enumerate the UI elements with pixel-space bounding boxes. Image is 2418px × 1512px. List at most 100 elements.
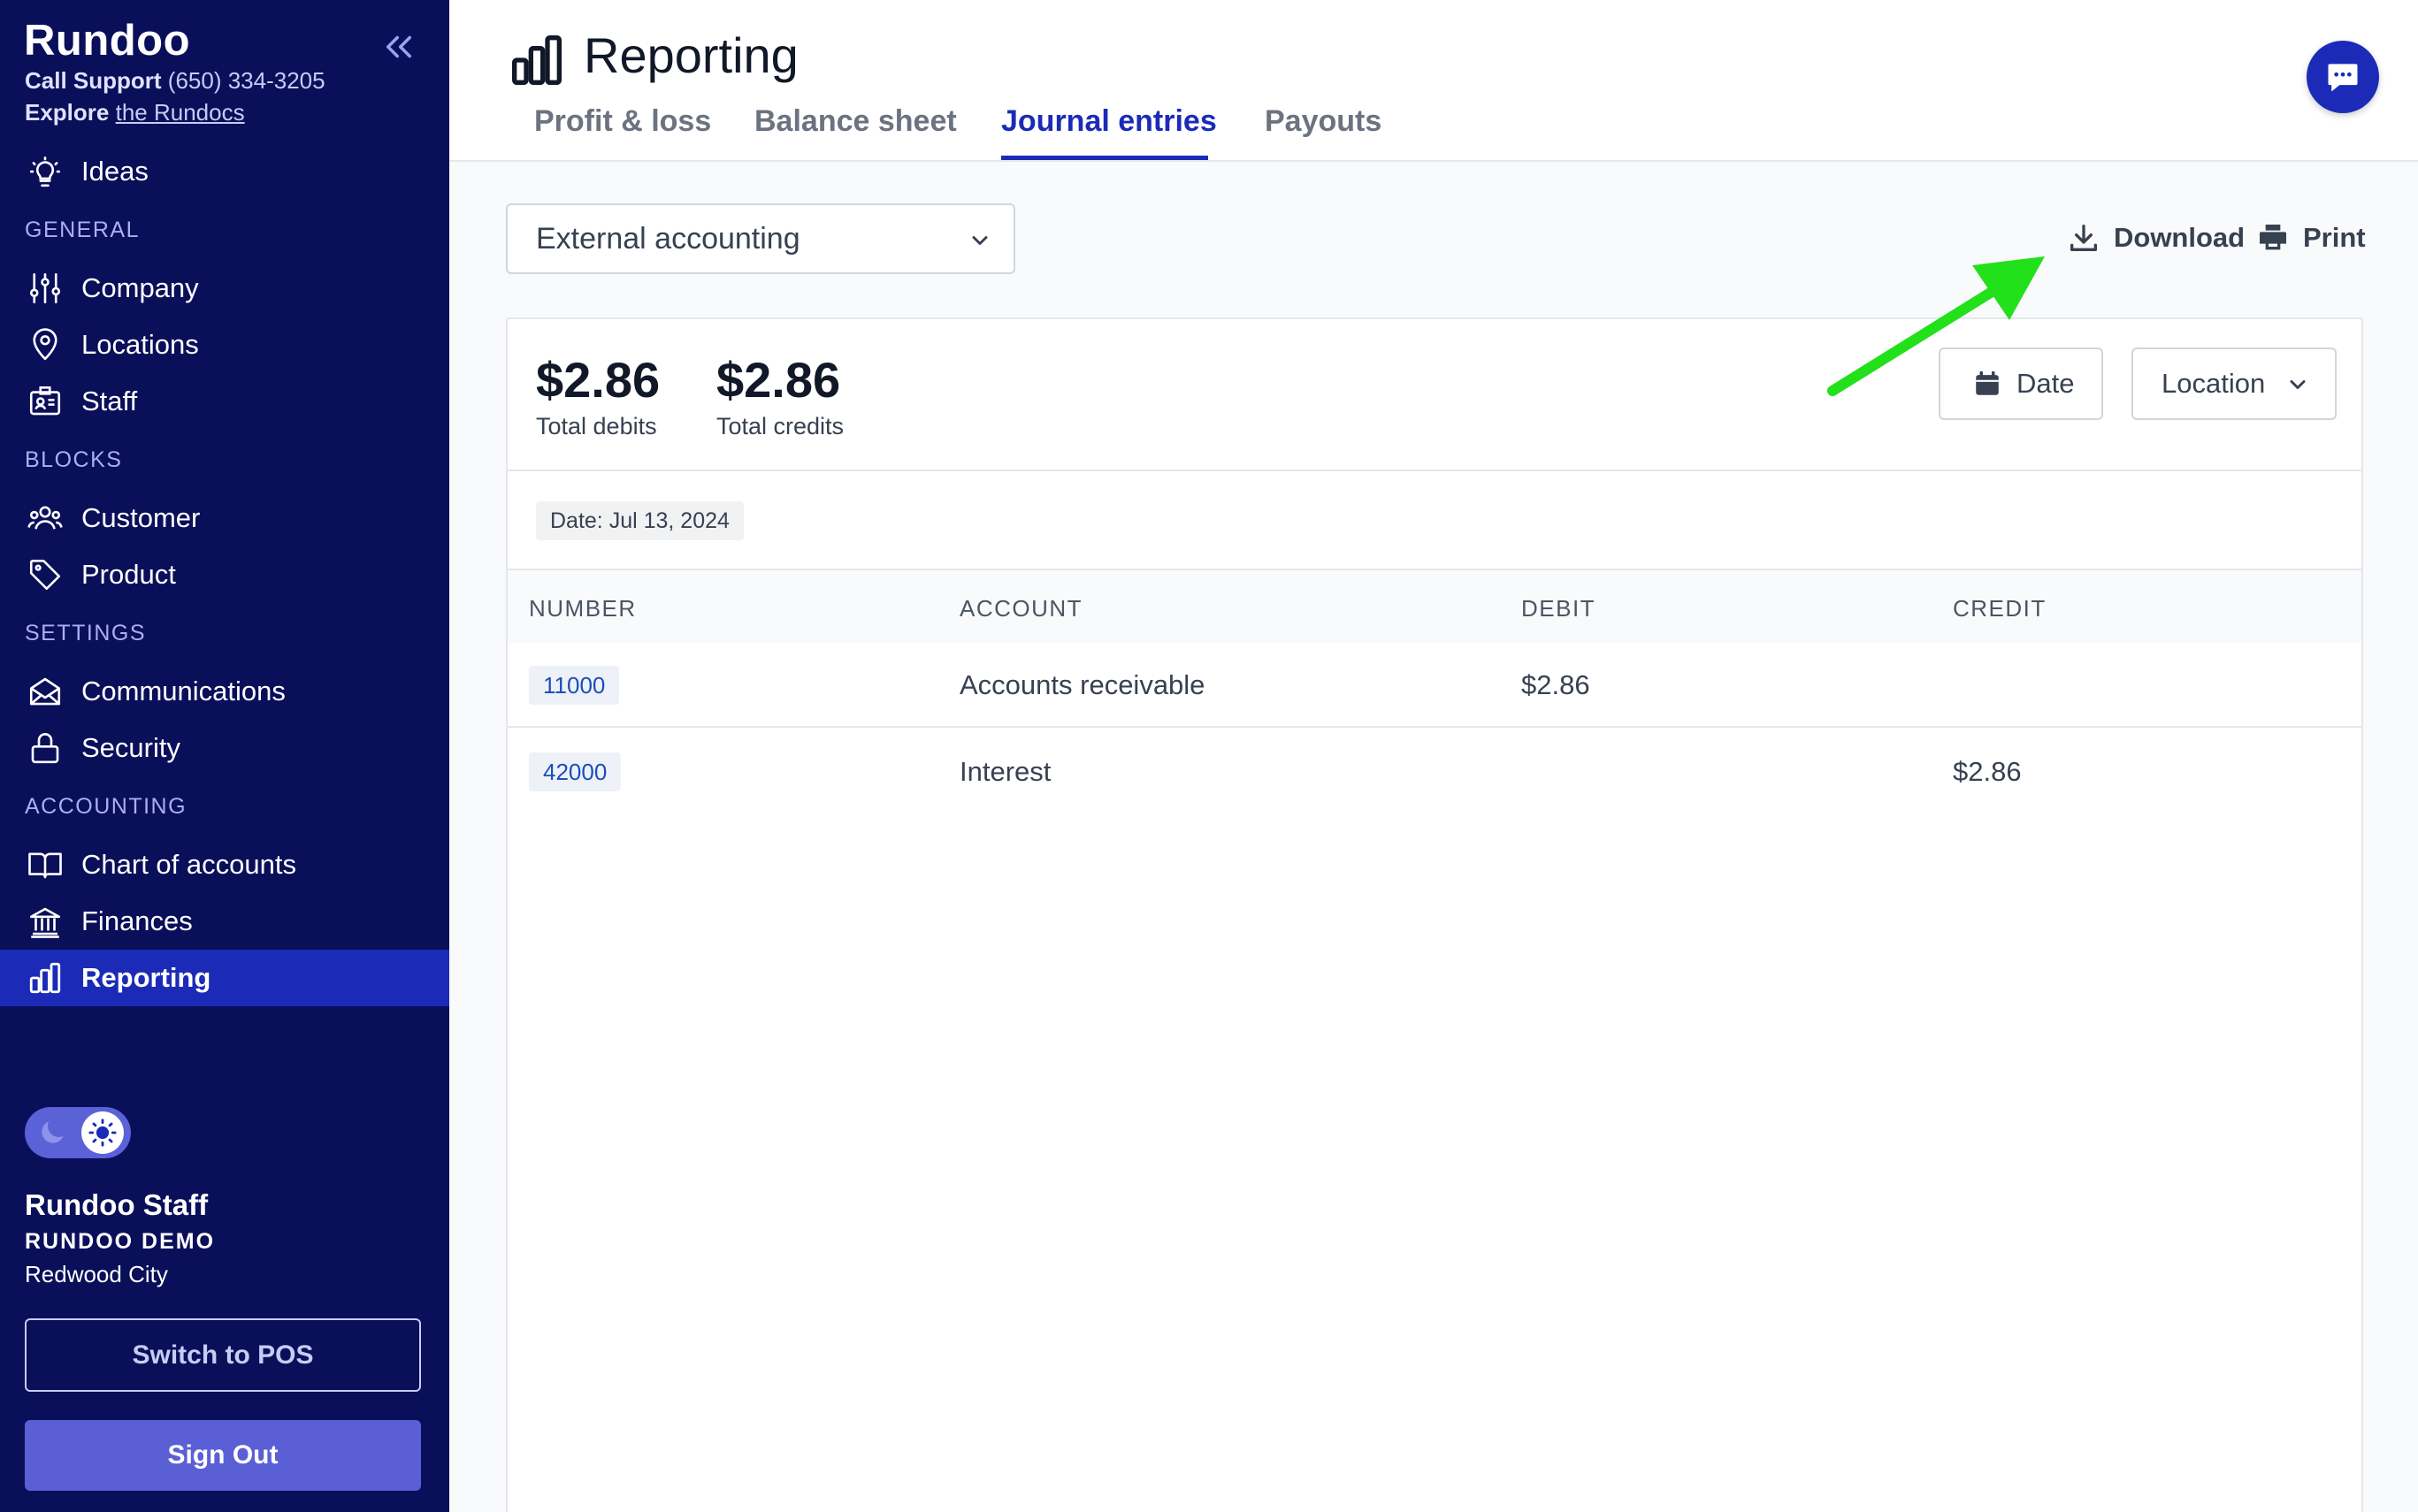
table-row[interactable]: 11000 Accounts receivable $2.86 bbox=[508, 643, 2361, 728]
sidebar-item-staff[interactable]: Staff bbox=[0, 373, 449, 430]
support-phone[interactable]: (650) 334-3205 bbox=[168, 67, 325, 94]
section-general: GENERAL bbox=[25, 218, 140, 242]
tab-journal-entries[interactable]: Journal entries bbox=[1001, 104, 1217, 139]
sidebar-item-label: Product bbox=[81, 559, 176, 590]
envelope-open-icon bbox=[29, 677, 61, 706]
tab-profit-loss[interactable]: Profit & loss bbox=[534, 104, 711, 139]
lightbulb-icon bbox=[29, 156, 61, 187]
sidebar-item-label: Communications bbox=[81, 676, 286, 706]
total-debits-label: Total debits bbox=[536, 413, 657, 439]
location-filter-label: Location bbox=[2162, 368, 2266, 399]
sidebar-item-product[interactable]: Product bbox=[0, 546, 449, 603]
sidebar-item-ideas[interactable]: Ideas bbox=[0, 143, 449, 200]
tag-icon bbox=[29, 559, 61, 591]
sidebar-item-reporting[interactable]: Reporting bbox=[0, 950, 449, 1006]
tab-balance-sheet[interactable]: Balance sheet bbox=[754, 104, 957, 139]
sidebar-item-label: Reporting bbox=[81, 962, 211, 993]
account-number-chip[interactable]: 42000 bbox=[529, 752, 622, 791]
report-type-select[interactable]: External accounting bbox=[506, 203, 1015, 274]
map-pin-icon bbox=[33, 328, 57, 361]
print-label: Print bbox=[2303, 222, 2366, 253]
sun-icon bbox=[88, 1119, 117, 1147]
bar-chart-icon bbox=[29, 962, 61, 994]
id-card-icon bbox=[29, 386, 61, 416]
bank-icon bbox=[29, 907, 61, 938]
user-city: Redwood City bbox=[25, 1261, 168, 1287]
active-tab-indicator bbox=[1001, 156, 1208, 160]
user-name: Rundoo Staff bbox=[25, 1188, 209, 1221]
section-accounting: ACCOUNTING bbox=[25, 794, 187, 819]
total-credits-value: $2.86 bbox=[716, 352, 841, 408]
explore-label: Explore bbox=[25, 99, 110, 126]
table-header: NUMBER ACCOUNT DEBIT CREDIT bbox=[508, 569, 2361, 643]
lock-icon bbox=[31, 732, 59, 764]
explore-line: Explore the Rundocs bbox=[25, 99, 245, 126]
sidebar-item-label: Customer bbox=[81, 502, 201, 533]
bar-chart-icon bbox=[512, 35, 562, 85]
sidebar-item-label: Finances bbox=[81, 905, 193, 936]
sidebar-item-label: Chart of accounts bbox=[81, 849, 296, 880]
account-cell: Accounts receivable bbox=[960, 669, 1205, 700]
column-header-debit: DEBIT bbox=[1521, 595, 1596, 622]
sidebar-item-chart-of-accounts[interactable]: Chart of accounts bbox=[0, 836, 449, 893]
page-header: Reporting Profit & loss Balance sheet Jo… bbox=[449, 0, 2418, 162]
calendar-icon bbox=[1976, 370, 1999, 395]
support-label: Call Support bbox=[25, 67, 162, 94]
column-header-credit: CREDIT bbox=[1953, 595, 2047, 622]
chat-bubble-icon bbox=[2328, 64, 2358, 92]
credit-cell: $2.86 bbox=[1953, 756, 2022, 787]
collapse-sidebar-icon[interactable] bbox=[380, 28, 417, 65]
journal-card: $2.86 Total debits $2.86 Total credits D… bbox=[506, 317, 2363, 1512]
sidebar-item-company[interactable]: Company bbox=[0, 260, 449, 317]
support-line: Call Support (650) 334-3205 bbox=[25, 67, 325, 95]
account-number-chip[interactable]: 11000 bbox=[529, 666, 620, 705]
download-button[interactable]: Download bbox=[2066, 220, 2245, 256]
sliders-icon bbox=[29, 272, 61, 304]
column-header-number: NUMBER bbox=[529, 595, 637, 622]
chevron-down-icon bbox=[972, 236, 988, 245]
account-cell: Interest bbox=[960, 756, 1052, 787]
sidebar: Rundoo Call Support (650) 334-3205 Explo… bbox=[0, 0, 449, 1512]
moon-icon bbox=[42, 1121, 64, 1143]
sidebar-item-communications[interactable]: Communications bbox=[0, 663, 449, 720]
sidebar-item-finances[interactable]: Finances bbox=[0, 893, 449, 950]
sidebar-item-label: Staff bbox=[81, 386, 138, 416]
total-debits-value: $2.86 bbox=[536, 352, 661, 408]
sidebar-item-label: Company bbox=[81, 272, 199, 303]
print-button[interactable]: Print bbox=[2255, 220, 2366, 256]
chat-button[interactable] bbox=[2307, 41, 2379, 113]
page-title: Reporting bbox=[584, 27, 799, 83]
brand-logo: Rundoo bbox=[24, 17, 191, 65]
download-icon bbox=[2070, 225, 2097, 251]
total-credits-label: Total credits bbox=[716, 413, 845, 439]
sidebar-item-label: Locations bbox=[81, 329, 199, 360]
debit-cell: $2.86 bbox=[1521, 669, 1590, 700]
column-header-account: ACCOUNT bbox=[960, 595, 1083, 622]
theme-toggle[interactable] bbox=[25, 1107, 131, 1158]
user-org: RUNDOO DEMO bbox=[25, 1229, 216, 1254]
sidebar-item-label: Ideas bbox=[81, 156, 149, 187]
section-blocks: BLOCKS bbox=[25, 447, 123, 472]
sign-out-button[interactable]: Sign Out bbox=[25, 1420, 421, 1491]
chevron-down-icon bbox=[2290, 380, 2306, 389]
toggle-knob bbox=[81, 1111, 124, 1154]
main-content: External accounting Download Print $2.86… bbox=[449, 162, 2418, 1512]
tab-payouts[interactable]: Payouts bbox=[1265, 104, 1381, 139]
users-icon bbox=[27, 506, 63, 530]
printer-icon bbox=[2260, 225, 2286, 250]
switch-to-pos-button[interactable]: Switch to POS bbox=[25, 1318, 421, 1392]
book-open-icon bbox=[28, 852, 62, 879]
date-filter-button[interactable]: Date bbox=[1939, 347, 2103, 420]
sidebar-item-label: Security bbox=[81, 732, 180, 763]
sidebar-item-security[interactable]: Security bbox=[0, 720, 449, 776]
sidebar-item-customer[interactable]: Customer bbox=[0, 490, 449, 546]
select-value: External accounting bbox=[536, 221, 800, 256]
rundocs-link[interactable]: the Rundocs bbox=[116, 99, 245, 126]
section-settings: SETTINGS bbox=[25, 621, 147, 645]
download-label: Download bbox=[2114, 222, 2246, 253]
location-filter-button[interactable]: Location bbox=[2131, 347, 2337, 420]
date-chip: Date: Jul 13, 2024 bbox=[536, 501, 744, 540]
table-row[interactable]: 42000 Interest $2.86 bbox=[508, 729, 2361, 814]
date-filter-label: Date bbox=[2016, 368, 2075, 399]
sidebar-item-locations[interactable]: Locations bbox=[0, 317, 449, 373]
